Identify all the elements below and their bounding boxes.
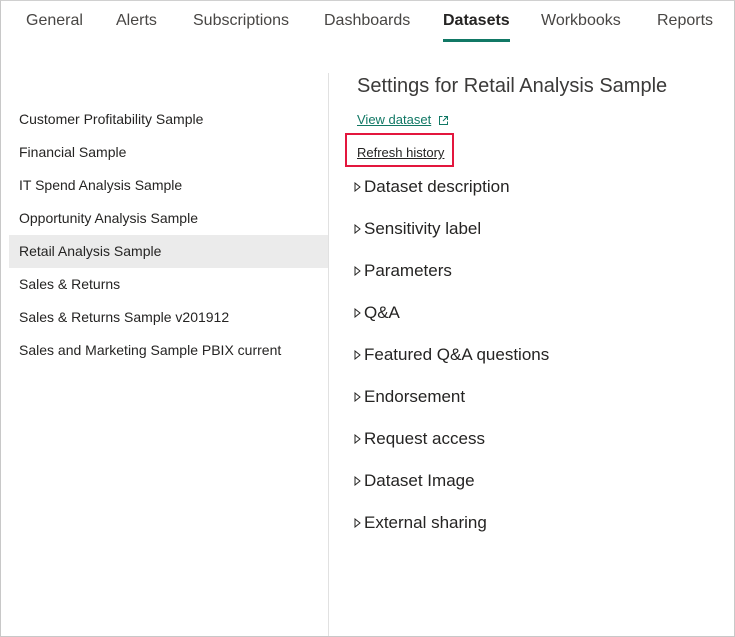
dataset-item-sales-returns-sample-v201912[interactable]: Sales & Returns Sample v201912 <box>9 301 328 334</box>
section-label: Parameters <box>364 261 452 280</box>
section-sensitivity-label[interactable]: Sensitivity label <box>354 217 549 259</box>
tab-dashboards[interactable]: Dashboards <box>324 12 410 30</box>
section-label: Dataset description <box>364 177 510 196</box>
triangle-right-icon <box>354 385 363 409</box>
triangle-right-icon <box>354 217 363 241</box>
triangle-right-icon <box>354 343 363 367</box>
tab-label: Reports <box>657 12 714 29</box>
section-request-access[interactable]: Request access <box>354 427 549 469</box>
settings-tabs: General Alerts Subscriptions Dashboards … <box>0 0 735 44</box>
section-dataset-image[interactable]: Dataset Image <box>354 469 549 511</box>
section-parameters[interactable]: Parameters <box>354 259 549 301</box>
section-label: Request access <box>364 429 485 448</box>
section-label: Sensitivity label <box>364 219 482 238</box>
tab-label: Alerts <box>116 12 157 29</box>
view-dataset-link[interactable]: View dataset <box>357 112 431 127</box>
section-qna[interactable]: Q&A <box>354 301 549 343</box>
page-title: Settings for Retail Analysis Sample <box>357 75 668 97</box>
tab-subscriptions[interactable]: Subscriptions <box>193 12 289 30</box>
section-label: Featured Q&A questions <box>364 345 550 364</box>
triangle-right-icon <box>354 511 363 535</box>
section-label: Endorsement <box>364 387 466 406</box>
dataset-item-sales-returns[interactable]: Sales & Returns <box>9 268 328 301</box>
tab-label: Datasets <box>443 12 510 29</box>
external-link-icon[interactable] <box>439 113 449 125</box>
active-tab-indicator <box>443 39 510 42</box>
dataset-item-it-spend-analysis-sample[interactable]: IT Spend Analysis Sample <box>9 169 328 202</box>
triangle-right-icon <box>354 175 363 199</box>
dataset-item-customer-profitability-sample[interactable]: Customer Profitability Sample <box>9 103 328 136</box>
tab-workbooks[interactable]: Workbooks <box>541 12 621 30</box>
tab-reports[interactable]: Reports <box>657 12 713 30</box>
section-dataset-description[interactable]: Dataset description <box>354 175 549 217</box>
triangle-right-icon <box>354 301 363 325</box>
section-featured-qna-questions[interactable]: Featured Q&A questions <box>354 343 549 385</box>
dataset-item-retail-analysis-sample[interactable]: Retail Analysis Sample <box>9 235 328 268</box>
tab-datasets[interactable]: Datasets <box>443 12 510 42</box>
tab-label: Subscriptions <box>193 12 290 29</box>
dataset-item-opportunity-analysis-sample[interactable]: Opportunity Analysis Sample <box>9 202 328 235</box>
section-label: Q&A <box>364 303 400 322</box>
tab-label: Workbooks <box>541 12 621 29</box>
section-external-sharing[interactable]: External sharing <box>354 511 549 553</box>
dataset-item-financial-sample[interactable]: Financial Sample <box>9 136 328 169</box>
triangle-right-icon <box>354 427 363 451</box>
tab-label: General <box>26 12 83 29</box>
refresh-history-link[interactable]: Refresh history <box>357 145 444 160</box>
dataset-item-sales-marketing-sample-pbix-current[interactable]: Sales and Marketing Sample PBIX current <box>9 334 328 367</box>
view-dataset-row: View dataset <box>357 112 449 127</box>
triangle-right-icon <box>354 469 363 493</box>
panel-divider <box>328 73 329 636</box>
tab-label: Dashboards <box>324 12 411 29</box>
section-label: Dataset Image <box>364 471 475 490</box>
section-label: External sharing <box>364 513 487 532</box>
triangle-right-icon <box>354 259 363 283</box>
section-endorsement[interactable]: Endorsement <box>354 385 549 427</box>
settings-sections: Dataset description Sensitivity label Pa… <box>354 175 549 553</box>
dataset-list: Customer Profitability Sample Financial … <box>9 103 328 367</box>
tab-general[interactable]: General <box>26 12 83 30</box>
tab-alerts[interactable]: Alerts <box>116 12 157 30</box>
dataset-settings-panel: Settings for Retail Analysis Sample View… <box>345 72 668 532</box>
